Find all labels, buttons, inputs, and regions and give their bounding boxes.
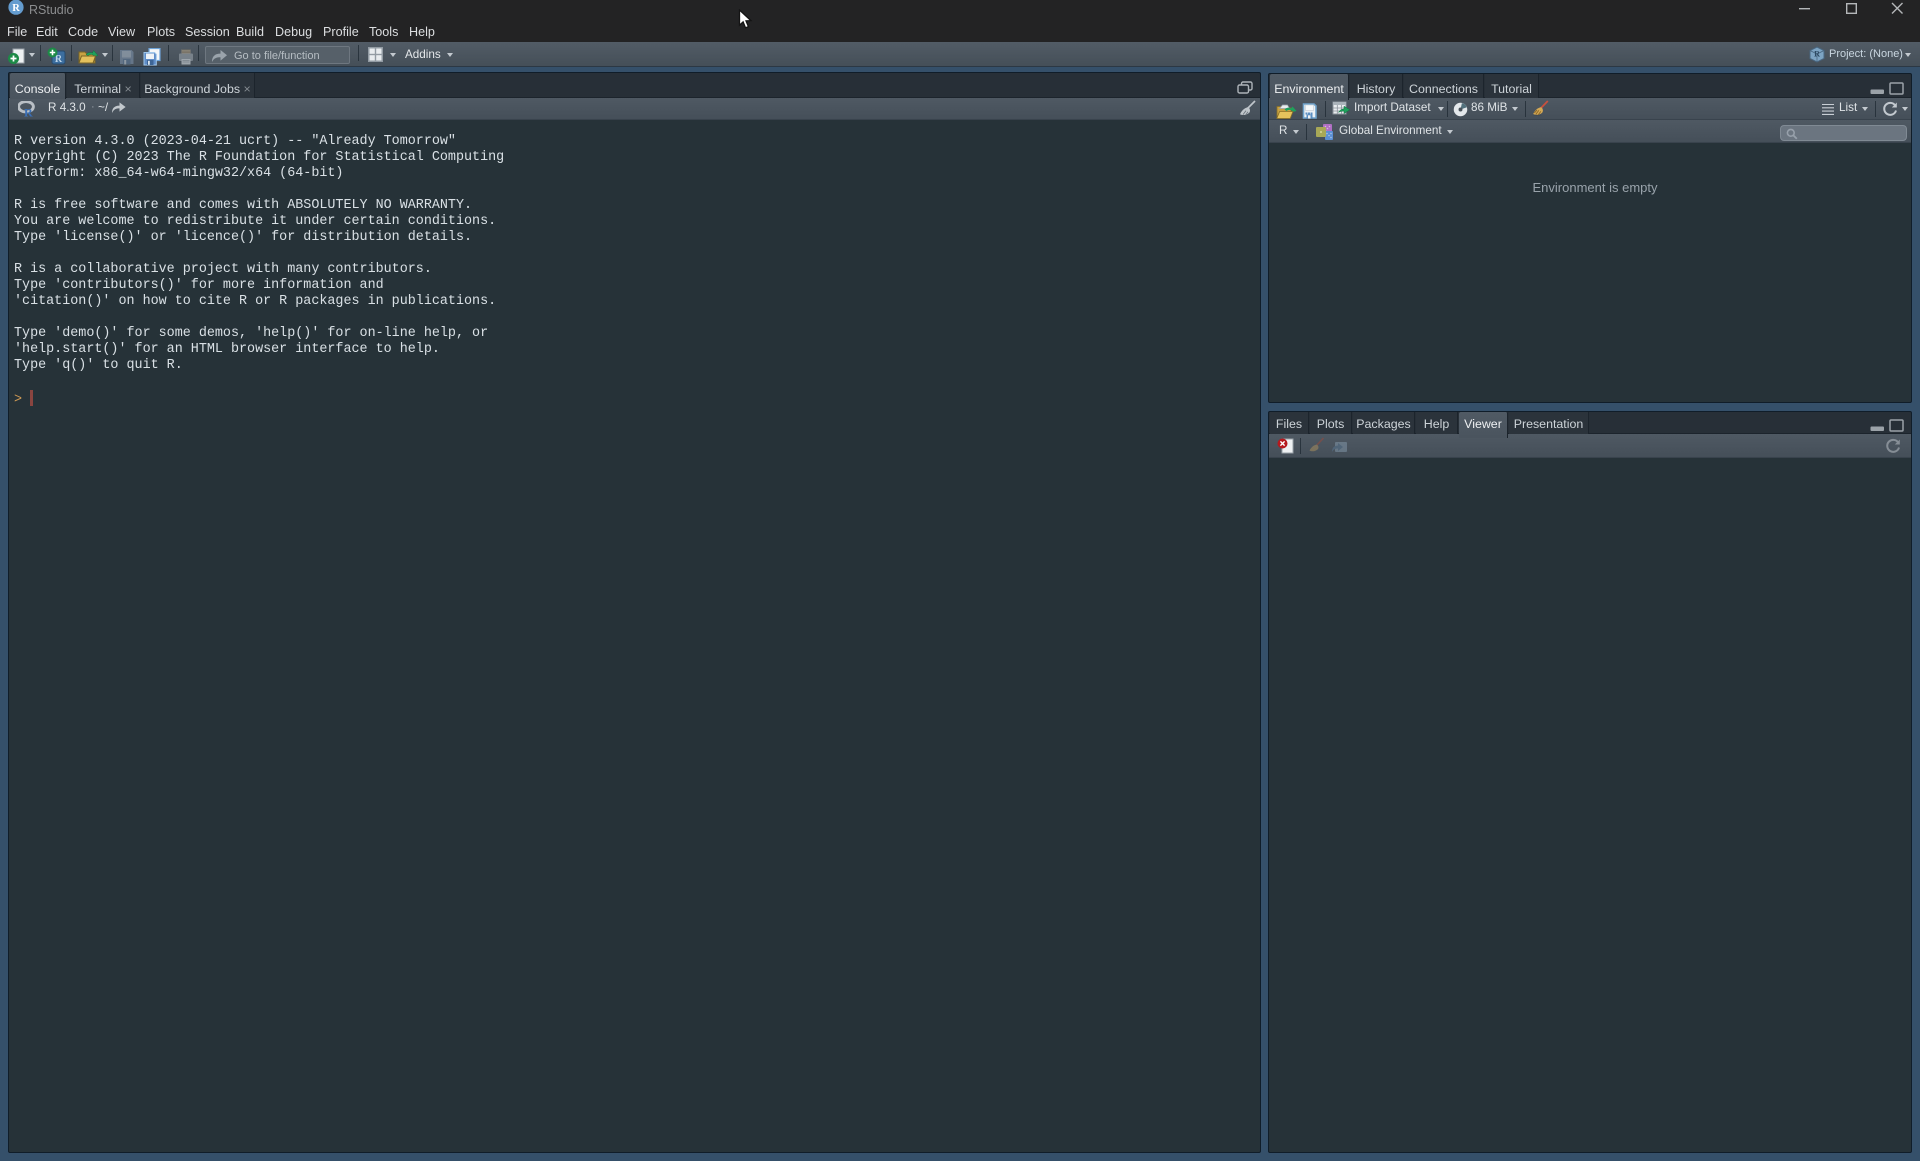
svg-text:R: R: [24, 105, 33, 117]
svg-text:R: R: [1814, 50, 1820, 59]
svg-text:R: R: [12, 3, 20, 14]
